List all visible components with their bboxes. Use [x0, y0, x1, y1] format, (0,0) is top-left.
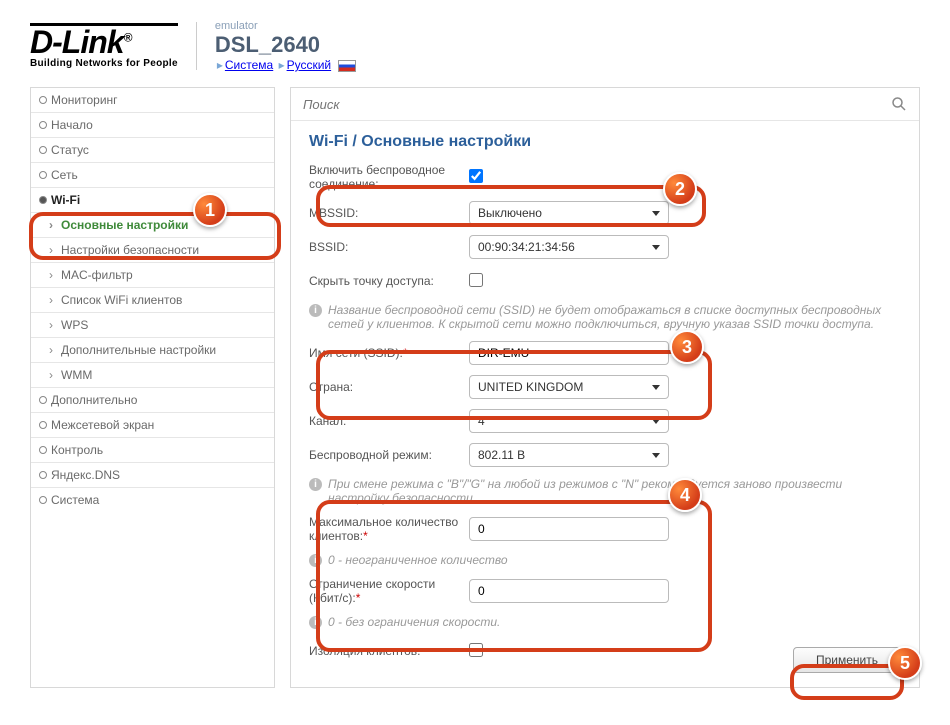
enable-wireless-checkbox[interactable]: [469, 169, 483, 183]
isolation-label: Изоляция клиентов:: [309, 644, 469, 658]
chevron-down-icon: [652, 453, 660, 458]
page-title: Wi-Fi / Основные настройки: [309, 133, 901, 151]
sidebar-item-firewall[interactable]: Межсетевой экран: [31, 413, 274, 438]
channel-value: 4: [478, 414, 485, 428]
sidebar-item-yandexdns[interactable]: Яндекс.DNS: [31, 463, 274, 488]
search-bar: [291, 88, 919, 121]
sidebar-sub-advanced[interactable]: Дополнительные настройки: [31, 338, 274, 363]
info-icon: i: [309, 304, 322, 317]
channel-select[interactable]: 4: [469, 409, 669, 433]
mode-label: Беспроводной режим:: [309, 448, 469, 462]
logo: D-Link® Building Networks for People: [30, 23, 178, 69]
sidebar-sub-basic[interactable]: Основные настройки: [31, 213, 274, 238]
sidebar-item-start[interactable]: Начало: [31, 113, 274, 138]
hint-text: 0 - неограниченное количество: [328, 553, 508, 567]
model-block: emulator DSL_2640 ▸Система ▸Русский: [215, 20, 357, 72]
sidebar-item-system[interactable]: Система: [31, 488, 274, 512]
emulator-label: emulator: [215, 20, 357, 32]
wifi-submenu: Основные настройки Настройки безопасност…: [31, 213, 274, 388]
ssid-label: Имя сети (SSID):*: [309, 346, 469, 360]
country-value: UNITED KINGDOM: [478, 380, 583, 394]
chevron-down-icon: [652, 419, 660, 424]
search-input[interactable]: [303, 97, 891, 112]
sidebar-sub-macfilter[interactable]: MAC-фильтр: [31, 263, 274, 288]
hint-text: При смене режима с "B"/"G" на любой из р…: [328, 477, 901, 505]
sidebar-item-network[interactable]: Сеть: [31, 163, 274, 188]
header: D-Link® Building Networks for People emu…: [30, 20, 920, 72]
sidebar-item-additional[interactable]: Дополнительно: [31, 388, 274, 413]
mode-value: 802.11 B: [478, 448, 525, 462]
apply-button[interactable]: Применить: [793, 647, 901, 673]
hide-ap-label: Скрыть точку доступа:: [309, 274, 469, 288]
sidebar-item-status[interactable]: Статус: [31, 138, 274, 163]
country-select[interactable]: UNITED KINGDOM: [469, 375, 669, 399]
hide-ap-checkbox[interactable]: [469, 273, 483, 287]
sidebar-sub-security[interactable]: Настройки безопасности: [31, 238, 274, 263]
sidebar-item-wifi[interactable]: Wi-Fi: [31, 188, 274, 213]
chevron-down-icon: [652, 211, 660, 216]
info-icon: i: [309, 554, 322, 567]
content: Wi-Fi / Основные настройки Включить бесп…: [290, 87, 920, 688]
sidebar-item-monitoring[interactable]: Мониторинг: [31, 88, 274, 113]
info-icon: i: [309, 616, 322, 629]
max-clients-input[interactable]: [469, 517, 669, 541]
mbssid-label: MBSSID:: [309, 206, 469, 220]
breadcrumb: ▸Система ▸Русский: [215, 58, 357, 72]
isolation-checkbox[interactable]: [469, 643, 483, 657]
hint-text: 0 - без ограничения скорости.: [328, 615, 500, 629]
bssid-select[interactable]: 00:90:34:21:34:56: [469, 235, 669, 259]
sidebar-item-control[interactable]: Контроль: [31, 438, 274, 463]
speed-limit-input[interactable]: [469, 579, 669, 603]
logo-text: D-Link: [30, 24, 124, 60]
mode-hint: i При смене режима с "B"/"G" на любой из …: [309, 477, 901, 505]
enable-wireless-label: Включить беспроводное соединение:: [309, 163, 469, 191]
max-clients-hint: i 0 - неограниченное количество: [309, 553, 901, 567]
bssid-label: BSSID:: [309, 240, 469, 254]
search-icon[interactable]: [891, 96, 907, 112]
mbssid-value: Выключено: [478, 206, 542, 220]
speed-limit-hint: i 0 - без ограничения скорости.: [309, 615, 901, 629]
sidebar: Мониторинг Начало Статус Сеть Wi-Fi Осно…: [30, 87, 275, 688]
max-clients-label: Максимальное количество клиентов:*: [309, 515, 469, 543]
info-icon: i: [309, 478, 322, 491]
speed-limit-label: Ограничение скорости (Кбит/с):*: [309, 577, 469, 605]
sidebar-sub-clients[interactable]: Список WiFi клиентов: [31, 288, 274, 313]
chevron-down-icon: [652, 385, 660, 390]
logo-tagline: Building Networks for People: [30, 58, 178, 69]
sidebar-sub-wmm[interactable]: WMM: [31, 363, 274, 388]
hide-ap-hint: i Название беспроводной сети (SSID) не бу…: [309, 303, 901, 331]
chevron-down-icon: [652, 245, 660, 250]
crumb-language[interactable]: Русский: [287, 58, 332, 72]
mode-select[interactable]: 802.11 B: [469, 443, 669, 467]
mbssid-select[interactable]: Выключено: [469, 201, 669, 225]
divider: [196, 22, 197, 70]
country-label: Страна:: [309, 380, 469, 394]
bssid-value: 00:90:34:21:34:56: [478, 240, 575, 254]
ssid-input[interactable]: [469, 341, 669, 365]
model-name: DSL_2640: [215, 32, 357, 58]
crumb-system[interactable]: Система: [225, 58, 273, 72]
channel-label: Канал:: [309, 414, 469, 428]
sidebar-sub-wps[interactable]: WPS: [31, 313, 274, 338]
flag-icon: [338, 60, 356, 72]
hint-text: Название беспроводной сети (SSID) не буд…: [328, 303, 901, 331]
